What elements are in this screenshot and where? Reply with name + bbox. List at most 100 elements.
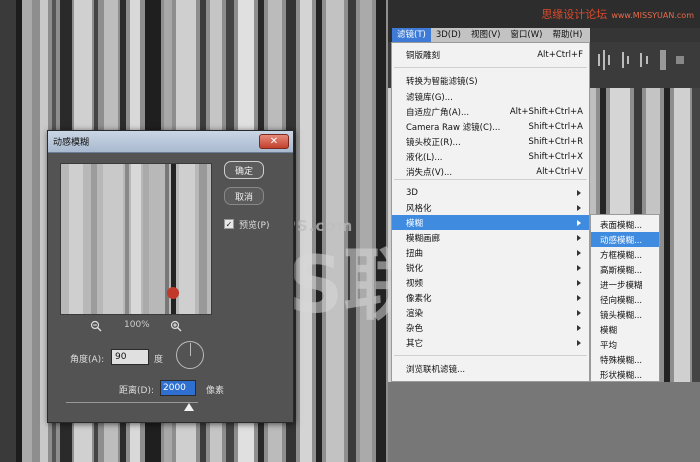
preview-checkbox[interactable]: ✓ (224, 219, 234, 229)
filter-menu-item[interactable]: 扭曲 (392, 245, 589, 260)
filter-menu-item-label: 视频 (406, 278, 424, 289)
blur-submenu-item[interactable]: 高斯模糊... (591, 262, 659, 277)
submenu-arrow-icon (577, 264, 581, 271)
filter-menu-item-label: 模糊画廊 (406, 233, 441, 244)
filter-menu-item[interactable]: 模糊画廊 (392, 230, 589, 245)
filter-menu-item-label: 自适应广角(A)... (406, 107, 470, 118)
filter-menu-item[interactable]: 转换为智能滤镜(S) (392, 73, 589, 88)
filter-menu-item-label: 滤镜库(G)... (406, 92, 453, 103)
filter-menu-item[interactable]: 镜头校正(R)... Shift+Ctrl+R (392, 134, 589, 149)
distance-label: 距离(D): (119, 386, 154, 396)
filter-menu-item-label: 其它 (406, 338, 424, 349)
angle-unit: 度 (154, 355, 164, 365)
watermark-top: 思缘设计论坛 www.MISSYUAN.com (541, 6, 694, 22)
filter-menu-item-shortcut: Shift+Ctrl+R (528, 136, 583, 147)
submenu-arrow-icon (577, 249, 581, 256)
watermark-site: www.MISSYUAN.com (611, 11, 694, 20)
filter-menu-item[interactable]: 浏览联机滤镜... (392, 361, 589, 376)
filter-menu-item-label: 渲染 (406, 308, 424, 319)
menubar-item[interactable]: 滤镜(T) (392, 28, 431, 42)
angle-dial[interactable] (176, 341, 204, 369)
filter-menu-item[interactable]: 其它 (392, 335, 589, 350)
submenu-arrow-icon (577, 219, 581, 226)
preview-checkbox-label: 预览(P) (239, 221, 270, 231)
filter-menu-item[interactable]: 杂色 (392, 320, 589, 335)
submenu-arrow-icon (577, 204, 581, 211)
menu-separator (394, 67, 587, 68)
submenu-arrow-icon (577, 339, 581, 346)
submenu-arrow-icon (577, 294, 581, 301)
filter-menu-item-label: 像素化 (406, 293, 432, 304)
blur-submenu-item[interactable]: 模糊 (591, 322, 659, 337)
zoom-level: 100% (124, 320, 150, 330)
zoom-in-icon[interactable] (170, 320, 182, 332)
dialog-title-bar[interactable]: 动感模糊 (48, 131, 293, 153)
submenu-arrow-icon (577, 234, 581, 241)
filter-menu-item[interactable]: 铜版雕刻 Alt+Ctrl+F (392, 47, 589, 62)
distance-input[interactable]: 2000 (160, 380, 196, 396)
filter-menu-item-shortcut: Shift+Ctrl+A (528, 121, 583, 132)
preview-pane[interactable] (60, 163, 212, 315)
ok-button[interactable]: 确定 (224, 161, 264, 179)
filter-menu-item-label: Camera Raw 滤镜(C)... (406, 122, 501, 133)
zoom-out-icon[interactable] (90, 320, 102, 332)
menu-separator (394, 179, 587, 180)
filter-menu-item[interactable]: 模糊 (392, 215, 589, 230)
blur-submenu: 表面模糊... 动感模糊... 方框模糊... 高斯模糊... 进一步模糊 径向模糊...… (590, 214, 660, 382)
filter-menu-item[interactable]: 锐化 (392, 260, 589, 275)
preview-image (61, 164, 211, 314)
filter-menu-item[interactable]: 渲染 (392, 305, 589, 320)
filter-menu-item-shortcut: Alt+Ctrl+V (536, 166, 583, 177)
filter-menu-item-shortcut: Alt+Ctrl+F (537, 49, 583, 60)
cancel-button[interactable]: 取消 (224, 187, 264, 205)
blur-submenu-item[interactable]: 形状模糊... (591, 367, 659, 382)
filter-menu-item-label: 扭曲 (406, 248, 424, 259)
filter-menu-item[interactable]: 消失点(V)... Alt+Ctrl+V (392, 164, 589, 179)
distance-slider[interactable] (66, 402, 198, 403)
submenu-arrow-icon (577, 309, 581, 316)
blur-submenu-item[interactable]: 表面模糊... (591, 217, 659, 232)
menu-bar: 滤镜(T) 3D(D) 视图(V) 窗口(W) 帮助(H) (392, 28, 590, 42)
blur-submenu-item[interactable]: 特殊模糊... (591, 352, 659, 367)
filter-menu-item-shortcut: Shift+Ctrl+X (528, 151, 583, 162)
menubar-item[interactable]: 窗口(W) (505, 28, 547, 42)
submenu-arrow-icon (577, 279, 581, 286)
menubar-item[interactable]: 帮助(H) (547, 28, 587, 42)
blur-submenu-item[interactable]: 方框模糊... (591, 247, 659, 262)
menu-separator (394, 355, 587, 356)
angle-label: 角度(A): (70, 355, 105, 365)
filter-menu-item[interactable]: 自适应广角(A)... Alt+Shift+Ctrl+A (392, 104, 589, 119)
filter-menu: 铜版雕刻 Alt+Ctrl+F 转换为智能滤镜(S) 滤镜库(G)... 自适应广角(A… (391, 42, 590, 382)
filter-menu-item-label: 消失点(V)... (406, 167, 453, 178)
motion-blur-dialog: 动感模糊 ✕ 100% 确定 取消 ✓ 预览(P) 角度(A): 度 距离(D)… (47, 130, 294, 423)
filter-menu-item[interactable]: 视频 (392, 275, 589, 290)
distance-slider-thumb[interactable] (183, 403, 194, 411)
watermark-top-text: 思缘设计论坛 (541, 8, 608, 21)
filter-menu-item[interactable]: Camera Raw 滤镜(C)... Shift+Ctrl+A (392, 119, 589, 134)
filter-menu-item-label: 浏览联机滤镜... (406, 364, 466, 375)
filter-menu-item[interactable]: 3D (392, 185, 589, 200)
angle-input[interactable] (111, 349, 149, 365)
filter-menu-item[interactable]: 滤镜库(G)... (392, 89, 589, 104)
menubar-item[interactable]: 3D(D) (431, 28, 466, 42)
filter-menu-item[interactable]: 液化(L)... Shift+Ctrl+X (392, 149, 589, 164)
filter-menu-item[interactable]: 像素化 (392, 290, 589, 305)
filter-menu-item-label: 3D (406, 187, 418, 198)
blur-submenu-item[interactable]: 平均 (591, 337, 659, 352)
filter-menu-item-label: 杂色 (406, 323, 424, 334)
dialog-title: 动感模糊 (53, 138, 90, 148)
filter-menu-item[interactable]: 风格化 (392, 200, 589, 215)
filter-menu-item-label: 锐化 (406, 263, 424, 274)
filter-menu-item-label: 模糊 (406, 218, 424, 229)
filter-menu-item-label: 转换为智能滤镜(S) (406, 76, 478, 87)
menubar-item[interactable]: 视图(V) (466, 28, 505, 42)
filter-menu-item-label: 铜版雕刻 (406, 50, 441, 61)
blur-submenu-item[interactable]: 镜头模糊... (591, 307, 659, 322)
blur-submenu-item[interactable]: 动感模糊... (591, 232, 659, 247)
close-button[interactable]: ✕ (259, 134, 289, 149)
filter-menu-item-label: 镜头校正(R)... (406, 137, 461, 148)
blur-submenu-item[interactable]: 进一步模糊 (591, 277, 659, 292)
blur-submenu-item[interactable]: 径向模糊... (591, 292, 659, 307)
submenu-arrow-icon (577, 189, 581, 196)
distance-unit: 像素 (206, 386, 225, 396)
